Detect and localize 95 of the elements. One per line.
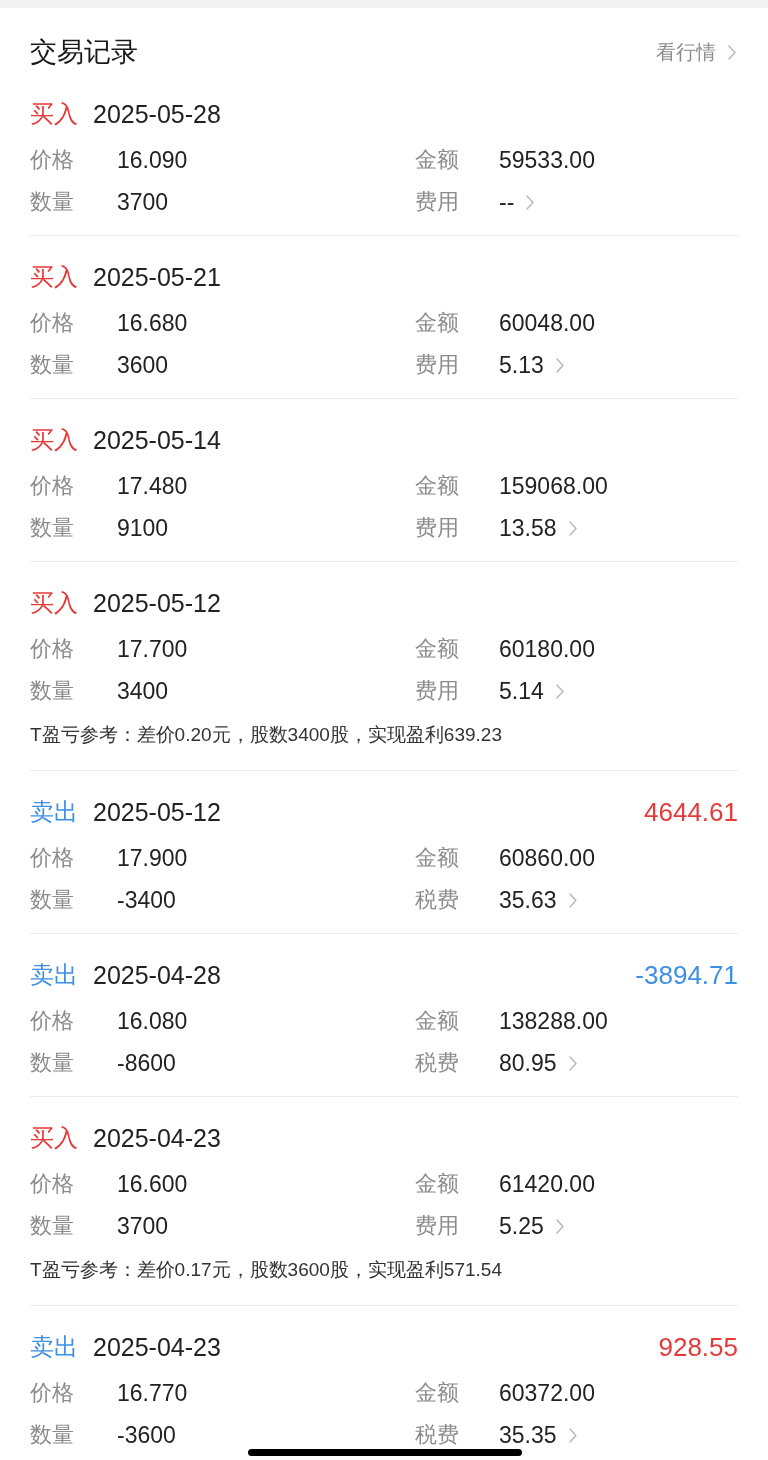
field-label: 价格 [30,844,74,872]
field-value: -8600 [117,1049,176,1078]
field-label: 数量 [30,1049,74,1077]
trade-date: 2025-05-12 [93,797,221,828]
field-label: 数量 [30,351,74,379]
trade-date: 2025-05-14 [93,425,221,456]
trade-type-label: 买入 [30,1123,78,1153]
field-label: 价格 [30,1170,74,1198]
field-label: 价格 [30,472,74,500]
field-label: 数量 [30,514,74,542]
field-label: 金额 [415,635,459,663]
field-value: 3600 [117,351,169,380]
field-label: 价格 [30,309,74,337]
field-label: 数量 [30,886,74,914]
chevron-icon [568,892,577,908]
trade-type-label: 卖出 [30,797,78,827]
field-value: 16.680 [117,309,188,338]
field-value: 17.700 [117,635,188,664]
trade-date: 2025-05-28 [93,99,221,130]
trade-date: 2025-05-21 [93,262,221,293]
chevron-icon [526,194,535,210]
field-label: 金额 [415,146,459,174]
fee-detail-link[interactable]: -- [499,181,535,223]
field-label: 税费 [415,886,459,914]
profit-note: T盈亏参考：差价0.20元，股数3400股，实现盈利639.23 [30,723,502,747]
field-value: 3700 [117,188,169,217]
chevron-icon [555,1218,564,1234]
field-label: 数量 [30,677,74,705]
field-value: 17.900 [117,844,188,873]
field-label: 费用 [415,514,459,542]
field-value: 60180.00 [499,635,595,664]
profit-amount: 928.55 [658,1331,738,1363]
page-title: 交易记录 [30,36,138,69]
field-label: 费用 [415,188,459,216]
chevron-icon [568,1427,577,1443]
chevron-icon [555,683,564,699]
field-value: 61420.00 [499,1170,595,1199]
field-value: 60372.00 [499,1379,595,1408]
fee-detail-link[interactable]: 5.14 [499,670,564,712]
field-value: 9100 [117,514,169,543]
field-label: 价格 [30,1007,74,1035]
field-label: 税费 [415,1421,459,1449]
field-value: 16.600 [117,1170,188,1199]
field-label: 费用 [415,1212,459,1240]
chevron-icon [568,1055,577,1071]
trade-type-label: 买入 [30,425,78,455]
field-value: 159068.00 [499,472,608,501]
trade-type-label: 买入 [30,99,78,129]
field-label: 数量 [30,1421,74,1449]
field-value: 16.090 [117,146,188,175]
field-label: 数量 [30,188,74,216]
field-value: 17.480 [117,472,188,501]
profit-amount: 4644.61 [644,796,738,828]
trade-type-label: 卖出 [30,960,78,990]
field-label: 价格 [30,1379,74,1407]
field-label: 费用 [415,351,459,379]
fee-detail-link[interactable]: 5.13 [499,344,564,386]
fee-detail-link[interactable]: 35.63 [499,879,577,921]
field-value: 60860.00 [499,844,595,873]
chevron-icon [728,44,736,60]
trade-type-label: 买入 [30,262,78,292]
profit-amount: -3894.71 [635,959,738,991]
trade-date: 2025-05-12 [93,588,221,619]
field-value: -3600 [117,1421,176,1450]
field-label: 价格 [30,635,74,663]
field-label: 金额 [415,309,459,337]
field-value: 3400 [117,677,169,706]
trade-date: 2025-04-23 [93,1123,221,1154]
chevron-icon [555,357,564,373]
field-label: 金额 [415,844,459,872]
field-value: 16.770 [117,1379,188,1408]
field-label: 金额 [415,1170,459,1198]
field-label: 数量 [30,1212,74,1240]
trade-type-label: 卖出 [30,1332,78,1362]
fee-detail-link[interactable]: 35.35 [499,1414,577,1456]
field-label: 价格 [30,146,74,174]
chevron-icon [568,520,577,536]
field-value: 60048.00 [499,309,595,338]
fee-detail-link[interactable]: 5.25 [499,1205,564,1247]
field-label: 费用 [415,677,459,705]
field-value: 16.080 [117,1007,188,1036]
fee-detail-link[interactable]: 80.95 [499,1042,577,1084]
trade-type-label: 买入 [30,588,78,618]
field-label: 税费 [415,1049,459,1077]
field-value: -3400 [117,886,176,915]
field-value: 59533.00 [499,146,595,175]
field-value: 138288.00 [499,1007,608,1036]
profit-note: T盈亏参考：差价0.17元，股数3600股，实现盈利571.54 [30,1258,502,1282]
fee-detail-link[interactable]: 13.58 [499,507,577,549]
field-label: 金额 [415,1379,459,1407]
trade-date: 2025-04-23 [93,1332,221,1363]
trade-date: 2025-04-28 [93,960,221,991]
field-value: 3700 [117,1212,169,1241]
field-label: 金额 [415,472,459,500]
field-label: 金额 [415,1007,459,1035]
